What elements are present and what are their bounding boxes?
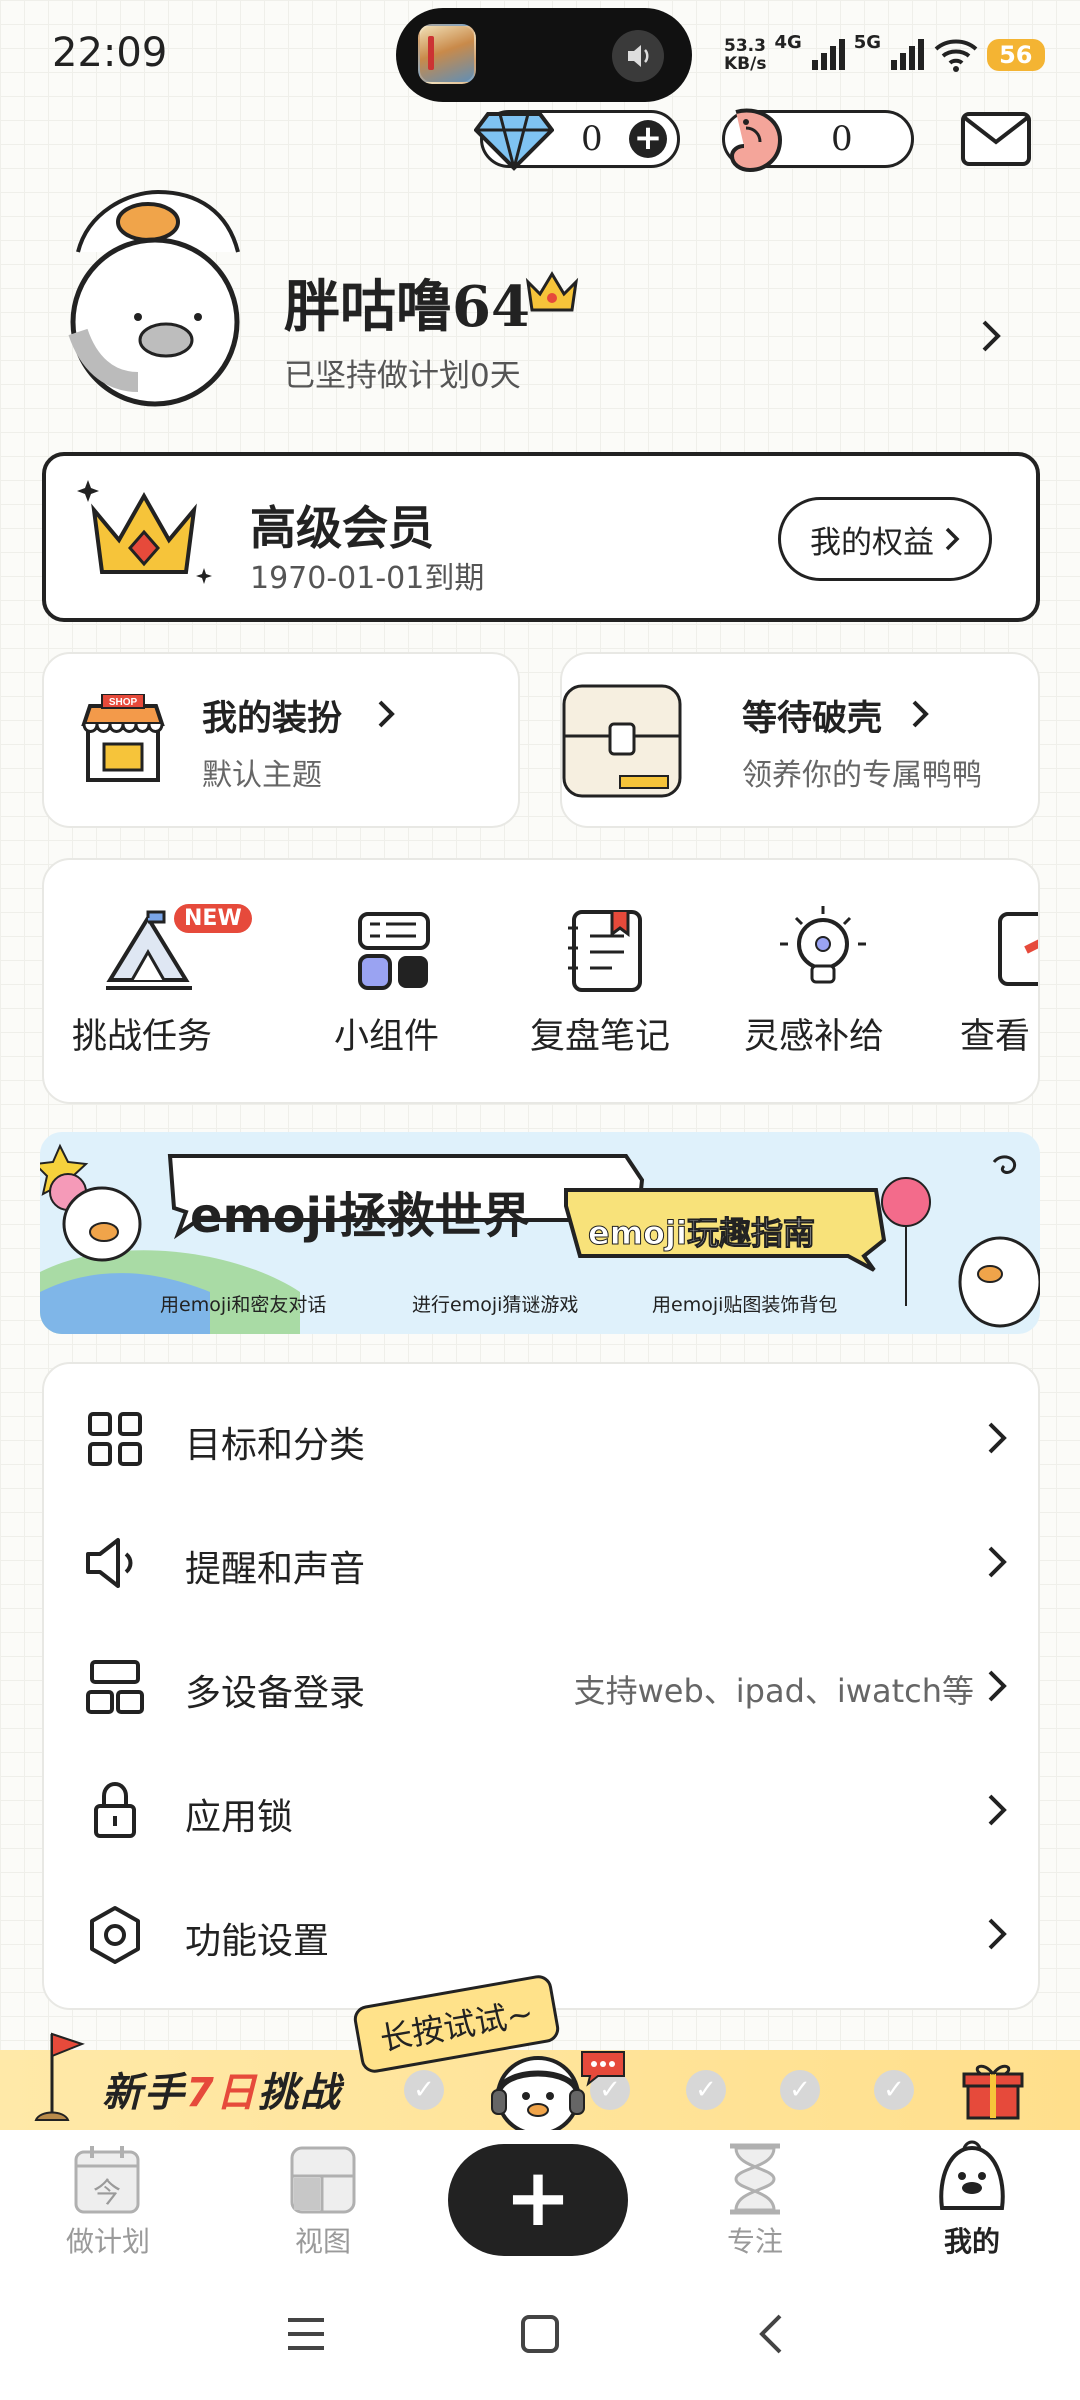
menu-row-app-lock[interactable]: 应用锁: [42, 1748, 1040, 1872]
challenge-title-c: 挑战: [257, 2070, 342, 2116]
day-check-icon: ✓: [780, 2070, 820, 2110]
speaker-icon: [86, 1538, 133, 1588]
banner-tag: emoji玩趣指南: [588, 1214, 816, 1253]
day-check-icon: ✓: [686, 2070, 726, 2110]
tool-challenge-label[interactable]: 挑战任务: [72, 1008, 212, 1059]
shop-chevron-right-icon: [376, 696, 396, 732]
hourglass-icon[interactable]: [720, 2142, 790, 2216]
tab-plan[interactable]: 做计划: [28, 2220, 188, 2260]
home-nav-icon[interactable]: [520, 2314, 560, 2354]
signal-4g-icon: [811, 39, 845, 70]
widget-icon[interactable]: [354, 910, 434, 994]
secondary-count: 0: [831, 119, 853, 159]
back-nav-icon[interactable]: [756, 2312, 786, 2356]
lock-icon: [94, 1781, 136, 1838]
menu-label: 应用锁: [185, 1797, 294, 1838]
tool-review-label[interactable]: 复盘笔记: [530, 1008, 670, 1059]
tab-me[interactable]: 我的: [892, 2220, 1052, 2260]
hatch-subtitle: 领养你的专属鸭鸭: [742, 758, 982, 793]
egg-incubator-icon: [560, 676, 688, 808]
add-plan-button[interactable]: +: [448, 2144, 628, 2256]
tool-view-label[interactable]: 查看: [960, 1008, 1030, 1059]
banner-title: emoji拯救世界: [190, 1188, 531, 1244]
network-type-4g: 4G: [774, 32, 802, 53]
menu-label: 提醒和声音: [185, 1549, 366, 1590]
review-note-icon[interactable]: [566, 906, 648, 996]
chevron-right-icon: [988, 1670, 1007, 1702]
vip-title: 高级会员: [250, 501, 434, 555]
tab-plan-icon-text: 今: [93, 2176, 121, 2209]
mascot-headphones-icon[interactable]: [488, 2040, 588, 2136]
menu-row-reminders[interactable]: 提醒和声音: [42, 1500, 1040, 1624]
menu-row-multi-device[interactable]: 多设备登录 支持web、ipad、iwatch等: [42, 1624, 1040, 1748]
add-diamonds-button[interactable]: +: [629, 120, 667, 158]
username[interactable]: 胖咕噜64: [284, 262, 530, 343]
network-type-5g: 5G: [853, 32, 882, 53]
shrimp-icon: [716, 102, 796, 176]
hatch-title: 等待破壳: [742, 699, 883, 739]
tab-me-icon[interactable]: [934, 2138, 1010, 2216]
shop-icon: SHOP: [80, 693, 166, 786]
signal-5g-icon: [891, 39, 925, 70]
menu-label: 多设备登录: [185, 1673, 366, 1714]
banner-tip-3: 用emoji贴图装饰背包: [652, 1294, 838, 1316]
day-check-icon: ✓: [404, 2070, 444, 2110]
day-check-icon: ✓: [874, 2070, 914, 2110]
chat-bubble-icon: [578, 2048, 628, 2088]
hatch-chevron-right-icon: [910, 696, 930, 732]
tab-view[interactable]: 视图: [243, 2220, 403, 2260]
challenge-title-b: 7日: [186, 2070, 258, 2116]
chevron-right-icon: [988, 1546, 1007, 1578]
streak-text: 已坚持做计划0天: [284, 358, 521, 394]
diamond-count: 0: [581, 119, 603, 159]
shop-badge: SHOP: [109, 697, 138, 708]
status-time: 22:09: [52, 30, 168, 76]
menu-nav-icon[interactable]: [284, 2314, 328, 2354]
challenge-title-a: 新手: [102, 2070, 186, 2116]
tools-card: NEW 挑战任务 小组件 复盘笔记 灵感补给 查看: [42, 858, 1040, 1104]
emoji-banner[interactable]: emoji拯救世界 emoji玩趣指南 用emoji和密友对话 进行emoji猜…: [40, 1132, 1040, 1334]
tool-widget-label[interactable]: 小组件: [334, 1008, 439, 1059]
mail-icon[interactable]: [960, 108, 1032, 170]
view-report-icon[interactable]: [996, 910, 1038, 994]
shop-title: 我的装扮: [202, 699, 343, 739]
vip-expiry: 1970-01-01到期: [250, 561, 485, 596]
profile-chevron-right-icon[interactable]: [976, 316, 1006, 356]
vip-crown-icon: [74, 470, 214, 600]
menu-row-goals[interactable]: 目标和分类: [42, 1376, 1040, 1500]
wifi-icon: [934, 39, 978, 72]
menu-label: 目标和分类: [185, 1425, 366, 1466]
tab-focus[interactable]: 专注: [675, 2220, 835, 2260]
crown-icon: [524, 268, 580, 314]
chevron-right-icon: [945, 527, 960, 551]
banner-tip-2: 进行emoji猜谜游戏: [412, 1294, 579, 1316]
shop-subtitle: 默认主题: [202, 758, 322, 793]
media-artwork-icon[interactable]: [418, 24, 476, 84]
chevron-right-icon: [988, 1794, 1007, 1826]
tool-inspiration-label[interactable]: 灵感补给: [744, 1008, 884, 1059]
diamond-icon: [473, 104, 555, 174]
chevron-right-icon: [988, 1422, 1007, 1454]
gift-icon[interactable]: [962, 2060, 1024, 2122]
grid-icon: [88, 1412, 142, 1466]
hexagon-settings-icon: [90, 1906, 140, 1964]
status-indicators: 53.3 KB/s 4G 5G 56: [724, 30, 1045, 80]
menu-extra: 支持web、ipad、iwatch等: [573, 1672, 974, 1710]
network-speed: 53.3 KB/s: [724, 36, 767, 74]
my-rights-label: 我的权益: [810, 524, 934, 561]
challenge-title: 新手7日挑战: [102, 2060, 342, 2118]
banner-tip-1: 用emoji和密友对话: [160, 1294, 327, 1316]
flag-icon: [30, 2024, 90, 2124]
tab-view-icon[interactable]: [288, 2142, 358, 2216]
chevron-right-icon: [988, 1918, 1007, 1950]
new-badge: NEW: [174, 904, 252, 933]
devices-icon: [86, 1660, 144, 1714]
my-rights-button[interactable]: 我的权益: [778, 497, 992, 581]
avatar[interactable]: [48, 182, 258, 412]
lightbulb-icon[interactable]: [778, 904, 868, 996]
tab-plan-icon[interactable]: 今: [72, 2142, 142, 2216]
menu-label: 功能设置: [185, 1921, 330, 1962]
battery-level: 56: [987, 39, 1045, 71]
mute-speaker-icon[interactable]: [612, 30, 664, 82]
